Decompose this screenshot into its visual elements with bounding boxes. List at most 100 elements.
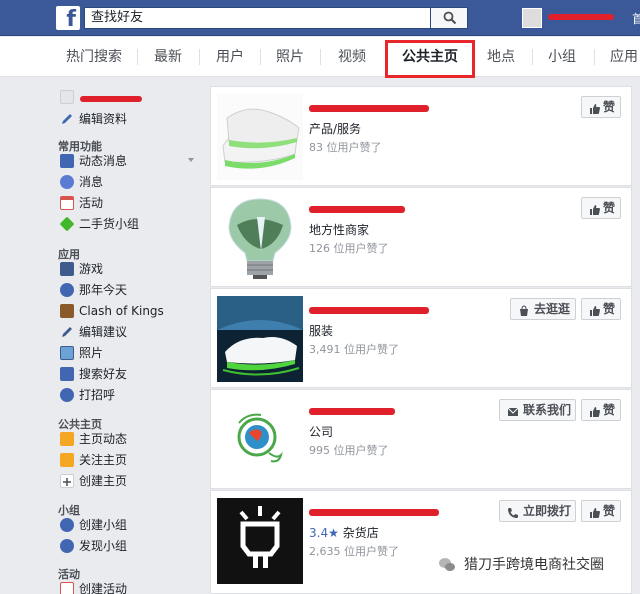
page-category: 公司 [309, 425, 334, 439]
tab-photos[interactable]: 照片 [266, 37, 314, 77]
star-icon: ★ [328, 526, 339, 540]
search-filter-tabs: 热门搜索 最新 用户 照片 视频 公共主页 地点 小组 应用 [0, 37, 640, 77]
thumbs-up-icon [589, 505, 601, 525]
sidebar-item-label: 那年今天 [79, 283, 128, 297]
tab-divider [320, 49, 321, 65]
facebook-logo[interactable]: f [56, 6, 80, 30]
page-category: 服装 [309, 324, 334, 338]
tab-apps[interactable]: 应用 [600, 37, 640, 77]
sidebar-item-label: 动态消息 [79, 154, 128, 168]
pencil-icon [60, 112, 74, 126]
sidebar-section-apps: 应用 [58, 248, 80, 261]
tab-divider [199, 49, 200, 65]
thumbs-up-icon [589, 303, 601, 323]
like-button[interactable]: 赞 [581, 197, 621, 219]
shop-now-button[interactable]: 去逛逛 [510, 298, 576, 320]
flag-icon [60, 432, 74, 446]
profile-avatar[interactable] [522, 8, 542, 28]
redaction-mark [309, 408, 395, 415]
sidebar-item-label: 活动 [79, 196, 104, 210]
calendar-icon [60, 196, 74, 210]
page-category-label: 杂货店 [342, 526, 379, 540]
page-title-link[interactable] [309, 99, 429, 117]
envelope-icon [507, 404, 519, 424]
news-feed-icon [60, 154, 74, 168]
page-thumbnail[interactable] [217, 195, 303, 281]
sidebar-item-label: 游戏 [79, 262, 104, 276]
photos-icon [60, 346, 74, 360]
list-item: 3.4★ 杂货店 2,635 位用户赞了 立即拨打 赞 [210, 490, 632, 594]
tab-people[interactable]: 用户 [206, 37, 254, 77]
watermark-text: 猎刀手跨境电商社交圈 [464, 557, 604, 573]
like-button[interactable]: 赞 [581, 500, 621, 522]
sidebar-item-label: 关注主页 [79, 453, 128, 467]
page-title-link[interactable] [309, 301, 429, 319]
shopping-bag-icon [518, 303, 530, 323]
avatar [60, 90, 74, 104]
search-input[interactable]: 查找好友 [84, 7, 430, 29]
sidebar-item-label: 打招呼 [79, 388, 116, 402]
plus-icon [60, 582, 74, 594]
tab-latest[interactable]: 最新 [144, 37, 192, 77]
poke-icon [60, 388, 74, 402]
thumbs-up-icon [589, 202, 601, 222]
like-button[interactable]: 赞 [581, 96, 621, 118]
clock-icon [60, 283, 74, 297]
sidebar-item-label: 搜索好友 [79, 367, 128, 381]
sidebar-item-label: 编辑建议 [79, 325, 128, 339]
search-button[interactable] [430, 7, 468, 29]
call-now-button[interactable]: 立即拨打 [499, 500, 576, 522]
sidebar-item-label: 照片 [79, 346, 104, 360]
search-icon [443, 11, 457, 25]
page-like-count: 995 位用户赞了 [309, 444, 389, 457]
like-button[interactable]: 赞 [581, 399, 621, 421]
sidebar-section-groups: 小组 [58, 504, 80, 517]
list-item: 公司 995 位用户赞了 联系我们 赞 [210, 389, 632, 489]
page-like-count: 2,635 位用户赞了 [309, 545, 399, 558]
sidebar-item-label: 编辑资料 [79, 112, 128, 126]
page-thumbnail[interactable] [217, 397, 303, 483]
sidebar-item-label: 创建主页 [79, 474, 128, 488]
active-tab-highlight [385, 40, 475, 78]
chevron-down-icon[interactable] [188, 158, 194, 162]
page-thumbnail[interactable] [217, 94, 303, 180]
contact-us-button[interactable]: 联系我们 [499, 399, 576, 421]
plus-icon [60, 474, 74, 488]
find-friends-icon [60, 367, 74, 381]
game-app-icon [60, 304, 74, 318]
tab-top-searches[interactable]: 热门搜索 [58, 37, 130, 77]
page-title-link[interactable] [309, 402, 429, 420]
sidebar-item-label: 创建小组 [79, 518, 128, 532]
redaction-mark [548, 14, 614, 20]
page-title-link[interactable] [309, 503, 439, 521]
rating-value: 3.4 [309, 526, 329, 540]
page-thumbnail[interactable] [217, 498, 303, 584]
page-category: 3.4★ 杂货店 [309, 524, 379, 541]
compass-icon [60, 539, 74, 553]
page-thumbnail[interactable] [217, 296, 303, 382]
redaction-mark [309, 307, 429, 314]
page-title-link[interactable] [309, 200, 429, 218]
thumbs-up-icon [589, 404, 601, 424]
page-like-count: 3,491 位用户赞了 [309, 343, 399, 356]
thumbs-up-icon [589, 101, 601, 121]
tab-divider [260, 49, 261, 65]
sidebar-section-events: 活动 [58, 568, 80, 581]
tab-divider [532, 49, 533, 65]
phone-icon [507, 505, 519, 525]
top-navigation-bar: f 查找好友 首 [0, 0, 640, 36]
like-button[interactable]: 赞 [581, 298, 621, 320]
redaction-mark [309, 509, 439, 516]
redaction-mark [309, 206, 405, 213]
tab-groups[interactable]: 小组 [538, 37, 586, 77]
tag-icon [59, 216, 75, 232]
profile-name-link[interactable] [548, 10, 618, 26]
pencil-icon [60, 325, 74, 339]
list-item: 服装 3,491 位用户赞了 去逛逛 赞 [210, 288, 632, 388]
group-icon [60, 518, 74, 532]
home-link[interactable]: 首 [632, 10, 640, 27]
flag-icon [60, 453, 74, 467]
wechat-icon [438, 556, 456, 574]
tab-places[interactable]: 地点 [476, 37, 526, 77]
tab-videos[interactable]: 视频 [326, 37, 378, 77]
